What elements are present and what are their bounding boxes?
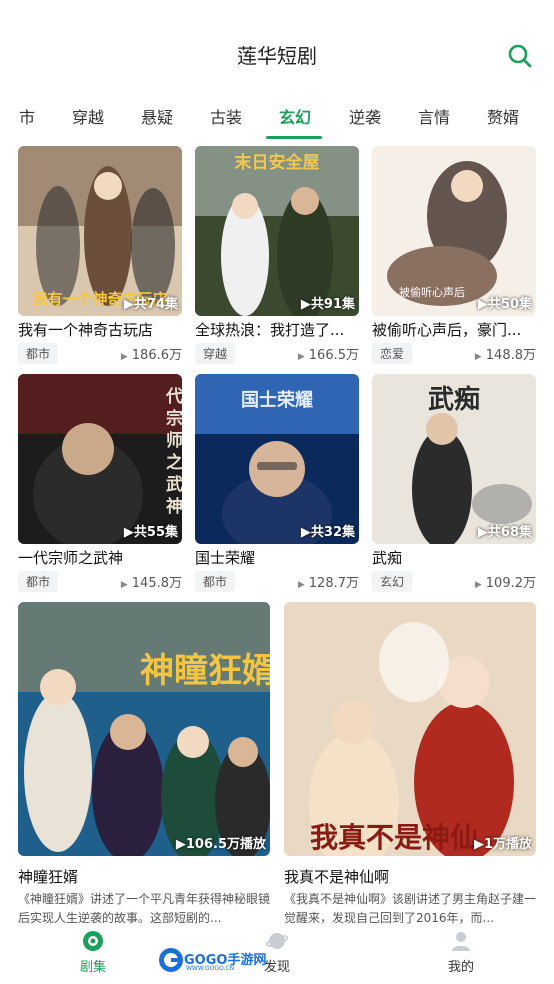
view-count: ▶ 186.6万 bbox=[120, 348, 182, 363]
poster-art: 神瞳狂婿 bbox=[18, 602, 270, 856]
play-count-icon: ▶ bbox=[120, 580, 128, 590]
tab-guzhuang[interactable]: 古装 bbox=[210, 104, 242, 128]
play-count-icon: ▶ bbox=[120, 352, 128, 362]
play-circle-icon bbox=[83, 931, 103, 951]
episode-count: ▶共55集 bbox=[123, 525, 178, 540]
view-count: ▶ 145.8万 bbox=[120, 576, 182, 591]
svg-text:神瞳狂婿: 神瞳狂婿 bbox=[140, 651, 270, 691]
view-count: ▶ 109.2万 bbox=[474, 576, 536, 591]
tab-yanqing[interactable]: 言情 bbox=[418, 104, 450, 128]
episode-count: ▶共74集 bbox=[123, 297, 178, 312]
episode-count: ▶共91集 bbox=[300, 297, 355, 312]
poster-art: 代宗师之武神 bbox=[18, 374, 182, 544]
watermark-logo: GOGO手游网 WWW.GOGO.CN bbox=[158, 946, 270, 974]
app-header: 莲华短剧 bbox=[0, 0, 554, 100]
poster-image: 我真不是神仙 ▶1万播放 bbox=[284, 602, 536, 856]
watermark-subtext: WWW.GOGO.CN bbox=[186, 965, 235, 972]
card-title: 我真不是神仙啊 bbox=[284, 868, 390, 886]
card-title: 国士荣耀 bbox=[195, 549, 256, 567]
featured-card[interactable]: 我真不是神仙 ▶1万播放 我真不是神仙啊 《我真不是神仙啊》该剧讲述了男主角赵子… bbox=[284, 602, 536, 928]
search-button[interactable] bbox=[506, 42, 534, 70]
drama-card[interactable]: 代宗师之武神 ▶共55集 一代宗师之武神 都市 ▶ 145.8万 bbox=[18, 374, 182, 592]
card-title: 我有一个神奇古玩店 bbox=[18, 321, 154, 339]
card-description: 《神瞳狂婿》讲述了一个平凡青年获得神秘眼镜后实现人生逆袭的故事。这部短剧的... bbox=[18, 892, 270, 925]
svg-text:国士荣耀: 国士荣耀 bbox=[241, 389, 313, 411]
drama-card[interactable]: 末日安全屋 ▶共91集 全球热浪：我打造了... 穿越 ▶ 166.5万 bbox=[195, 146, 359, 364]
genre-tag: 都市 bbox=[195, 571, 236, 592]
nav-episodes[interactable]: 剧集 bbox=[53, 930, 133, 975]
episode-count: ▶共50集 bbox=[477, 297, 532, 312]
poster-art: 武痴 bbox=[372, 374, 536, 544]
tab-nixi[interactable]: 逆袭 bbox=[349, 104, 381, 128]
gogo-logo-icon bbox=[159, 948, 183, 972]
genre-tag: 都市 bbox=[18, 343, 59, 364]
card-title: 被偷听心声后，豪门... bbox=[372, 321, 522, 339]
play-count-icon: ▶ bbox=[474, 352, 482, 362]
poster-art: 我真不是神仙 bbox=[284, 602, 536, 856]
tab-xuanyi[interactable]: 悬疑 bbox=[141, 104, 173, 128]
tab-xuanhuan[interactable]: 玄幻 bbox=[279, 104, 311, 128]
drama-card[interactable]: 武痴 ▶共68集 武痴 玄幻 ▶ 109.2万 bbox=[372, 374, 536, 592]
category-tabs: 市 穿越 悬疑 古装 玄幻 逆袭 言情 赘婿 bbox=[0, 96, 554, 138]
genre-tag: 都市 bbox=[18, 571, 59, 592]
poster-image: 被偷听心声后 ▶共50集 bbox=[372, 146, 536, 316]
drama-card[interactable]: 国士荣耀 ▶共32集 国士荣耀 都市 ▶ 128.7万 bbox=[195, 374, 359, 592]
svg-text:末日安全屋: 末日安全屋 bbox=[235, 152, 320, 173]
svg-text:被偷听心声后: 被偷听心声后 bbox=[399, 285, 465, 299]
poster-image: 神瞳狂婿 ▶106.5万播放 bbox=[18, 602, 270, 856]
play-count-icon: ▶ bbox=[474, 580, 482, 590]
view-count: ▶ 166.5万 bbox=[297, 348, 359, 363]
play-count-badge: ▶106.5万播放 bbox=[175, 837, 266, 852]
card-title: 神瞳狂婿 bbox=[18, 868, 79, 886]
episode-count: ▶共68集 bbox=[477, 525, 532, 540]
poster-image: 末日安全屋 ▶共91集 bbox=[195, 146, 359, 316]
nav-label: 我的 bbox=[447, 960, 474, 975]
card-title: 武痴 bbox=[372, 549, 403, 567]
card-title: 一代宗师之武神 bbox=[18, 549, 124, 567]
view-count: ▶ 128.7万 bbox=[297, 576, 359, 591]
poster-image: 国士荣耀 ▶共32集 bbox=[195, 374, 359, 544]
tab-chuanyue[interactable]: 穿越 bbox=[72, 104, 104, 128]
poster-art: 末日安全屋 bbox=[195, 146, 359, 316]
svg-text:武痴: 武痴 bbox=[428, 384, 480, 415]
card-title: 全球热浪：我打造了... bbox=[195, 321, 345, 339]
poster-art: 国士荣耀 bbox=[195, 374, 359, 544]
featured-card[interactable]: 神瞳狂婿 ▶106.5万播放 神瞳狂婿 《神瞳狂婿》讲述了一个平凡青年获得神秘眼… bbox=[18, 602, 270, 928]
poster-art: 我有一个神奇古玩店 bbox=[18, 146, 182, 316]
poster-image: 武痴 ▶共68集 bbox=[372, 374, 536, 544]
tab-dushi[interactable]: 市 bbox=[19, 104, 35, 128]
page-title: 莲华短剧 bbox=[237, 44, 317, 68]
active-tab-indicator bbox=[266, 136, 322, 139]
episode-count: ▶共32集 bbox=[300, 525, 355, 540]
tab-zhuixu[interactable]: 赘婿 bbox=[487, 104, 519, 128]
person-icon bbox=[452, 932, 470, 951]
search-icon bbox=[508, 44, 532, 68]
genre-tag: 玄幻 bbox=[372, 571, 413, 592]
bottom-navigation: 剧集 发现 我的 bbox=[0, 926, 554, 984]
poster-image: 代宗师之武神 ▶共55集 bbox=[18, 374, 182, 544]
nav-profile[interactable]: 我的 bbox=[421, 930, 501, 975]
drama-card[interactable]: 我有一个神奇古玩店 ▶共74集 我有一个神奇古玩店 都市 ▶ 186.6万 bbox=[18, 146, 182, 364]
svg-text:我真不是神仙: 我真不是神仙 bbox=[310, 821, 478, 854]
play-count-badge: ▶1万播放 bbox=[473, 837, 532, 852]
genre-tag: 恋爱 bbox=[372, 343, 413, 364]
card-description: 《我真不是神仙啊》该剧讲述了男主角赵子建一觉醒来，发现自己回到了2016年，而.… bbox=[284, 892, 536, 925]
nav-label: 剧集 bbox=[79, 960, 106, 975]
view-count: ▶ 148.8万 bbox=[474, 348, 536, 363]
play-count-icon: ▶ bbox=[297, 352, 305, 362]
poster-image: 我有一个神奇古玩店 ▶共74集 bbox=[18, 146, 182, 316]
drama-card[interactable]: 被偷听心声后 ▶共50集 被偷听心声后，豪门... 恋爱 ▶ 148.8万 bbox=[372, 146, 536, 364]
genre-tag: 穿越 bbox=[195, 343, 236, 364]
play-count-icon: ▶ bbox=[297, 580, 305, 590]
poster-art: 被偷听心声后 bbox=[372, 146, 536, 316]
